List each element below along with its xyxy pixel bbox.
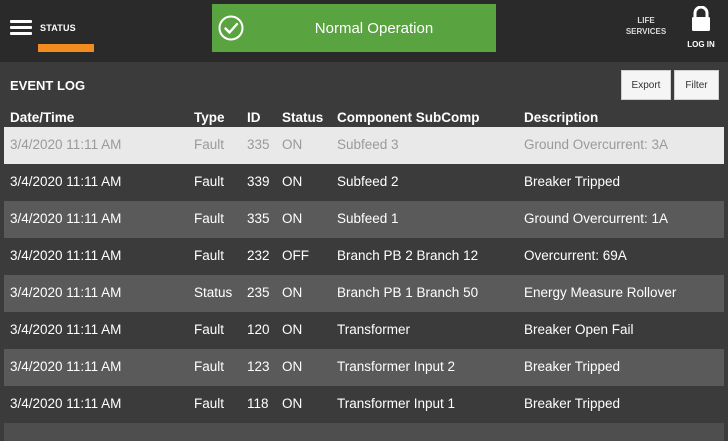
- column-header-type[interactable]: Type: [194, 110, 225, 125]
- lock-icon: [692, 6, 710, 31]
- column-header-status[interactable]: Status: [282, 110, 323, 125]
- cell-datetime: 3/4/2020 11:11 AM: [10, 174, 122, 189]
- cell-type: Status: [194, 285, 233, 300]
- export-button[interactable]: Export: [621, 70, 671, 100]
- cell-component: Branch PB 2 Branch 12: [337, 248, 479, 263]
- table-row[interactable]: 3/4/2020 11:11 AM Status 235 ON Branch P…: [4, 275, 724, 312]
- cell-id: 120: [247, 322, 270, 337]
- cell-id: 335: [247, 137, 270, 152]
- table-row[interactable]: 3/4/2020 11:11 AM Fault 232 OFF Branch P…: [4, 238, 724, 275]
- table-row[interactable]: 3/4/2020 11:11 AM Fault 335 ON Subfeed 3…: [4, 127, 724, 164]
- cell-datetime: 3/4/2020 11:11 AM: [10, 285, 122, 300]
- login-button[interactable]: LOG IN: [680, 6, 722, 54]
- cell-description: Breaker Tripped: [524, 359, 621, 374]
- cell-component: Subfeed 1: [337, 211, 399, 226]
- cell-status: ON: [282, 359, 303, 374]
- cell-status: ON: [282, 211, 303, 226]
- cell-id: 235: [247, 285, 270, 300]
- operation-status-text: Normal Operation: [314, 20, 434, 37]
- cell-component: Transformer Input 1: [337, 396, 456, 411]
- status-tab[interactable]: STATUS: [38, 14, 96, 56]
- cell-datetime: 3/4/2020 11:11 AM: [10, 359, 122, 374]
- cell-description: Energy Measure Rollover: [524, 285, 677, 300]
- cell-id: 232: [247, 248, 270, 263]
- cell-datetime: 3/4/2020 11:11 AM: [10, 248, 122, 263]
- operation-status-banner: Normal Operation: [212, 4, 496, 52]
- table-row[interactable]: 3/4/2020 11:11 AM Fault 335 ON Subfeed 1…: [4, 201, 724, 238]
- cell-status: OFF: [282, 248, 309, 263]
- cell-datetime: 3/4/2020 11:11 AM: [10, 322, 122, 337]
- cell-status: ON: [282, 322, 303, 337]
- cell-type: Fault: [194, 174, 225, 189]
- column-header-id[interactable]: ID: [247, 110, 261, 125]
- cell-status: ON: [282, 174, 303, 189]
- table-row[interactable]: 3/4/2020 11:11 AM Fault 123 ON Transform…: [4, 349, 724, 386]
- cell-component: Subfeed 3: [337, 137, 399, 152]
- table-row[interactable]: 3/4/2020 11:11 AM Fault 118 ON Transform…: [4, 386, 724, 423]
- check-circle-icon: [218, 15, 244, 41]
- life-services-button[interactable]: LIFE SERVICES: [618, 15, 674, 37]
- cell-component: Subfeed 2: [337, 174, 399, 189]
- table-row[interactable]: 3/4/2020 11:11 AM Fault 339 ON Subfeed 2…: [4, 164, 724, 201]
- cell-status: ON: [282, 396, 303, 411]
- cell-description: Ground Overcurrent: 1A: [524, 211, 669, 226]
- status-tab-underline: [38, 44, 94, 52]
- cell-type: Fault: [194, 396, 225, 411]
- column-header-datetime[interactable]: Date/Time: [10, 110, 74, 125]
- screen: STATUS Normal Operation LIFE SERVICES LO…: [0, 0, 728, 441]
- filter-button[interactable]: Filter: [674, 70, 719, 100]
- cell-datetime: 3/4/2020 11:11 AM: [10, 396, 122, 411]
- cell-datetime: 3/4/2020 11:11 AM: [10, 137, 122, 152]
- cell-type: Fault: [194, 137, 225, 152]
- column-header-component[interactable]: Component SubComp: [337, 110, 479, 125]
- cell-type: Fault: [194, 322, 225, 337]
- cell-description: Breaker Tripped: [524, 396, 621, 411]
- cell-id: 335: [247, 211, 270, 226]
- cell-component: Transformer: [337, 322, 411, 337]
- cell-datetime: 3/4/2020 11:11 AM: [10, 211, 122, 226]
- status-tab-label: STATUS: [40, 23, 76, 33]
- cell-component: Transformer Input 2: [337, 359, 456, 374]
- menu-icon[interactable]: [10, 20, 32, 36]
- cell-description: Overcurrent: 69A: [524, 248, 627, 263]
- cell-id: 339: [247, 174, 270, 189]
- login-label: LOG IN: [687, 40, 715, 49]
- cell-type: Fault: [194, 248, 225, 263]
- cell-id: 123: [247, 359, 270, 374]
- cell-type: Fault: [194, 359, 225, 374]
- event-log-title: EVENT LOG: [10, 78, 86, 93]
- top-bar: STATUS Normal Operation LIFE SERVICES LO…: [0, 0, 728, 62]
- cell-type: Fault: [194, 211, 225, 226]
- cell-description: Breaker Tripped: [524, 174, 621, 189]
- cell-status: ON: [282, 285, 303, 300]
- table-row[interactable]: 3/4/2020 11:11 AM Fault 120 ON Transform…: [4, 312, 724, 349]
- life-services-line1: LIFE: [637, 16, 655, 25]
- cell-component: Branch PB 1 Branch 50: [337, 285, 479, 300]
- life-services-line2: SERVICES: [625, 27, 667, 36]
- cell-status: ON: [282, 137, 303, 152]
- cell-description: Ground Overcurrent: 3A: [524, 137, 669, 152]
- column-header-description[interactable]: Description: [524, 110, 598, 125]
- cell-id: 118: [247, 396, 269, 411]
- partial-next-row: [4, 423, 724, 441]
- cell-description: Breaker Open Fail: [524, 322, 634, 337]
